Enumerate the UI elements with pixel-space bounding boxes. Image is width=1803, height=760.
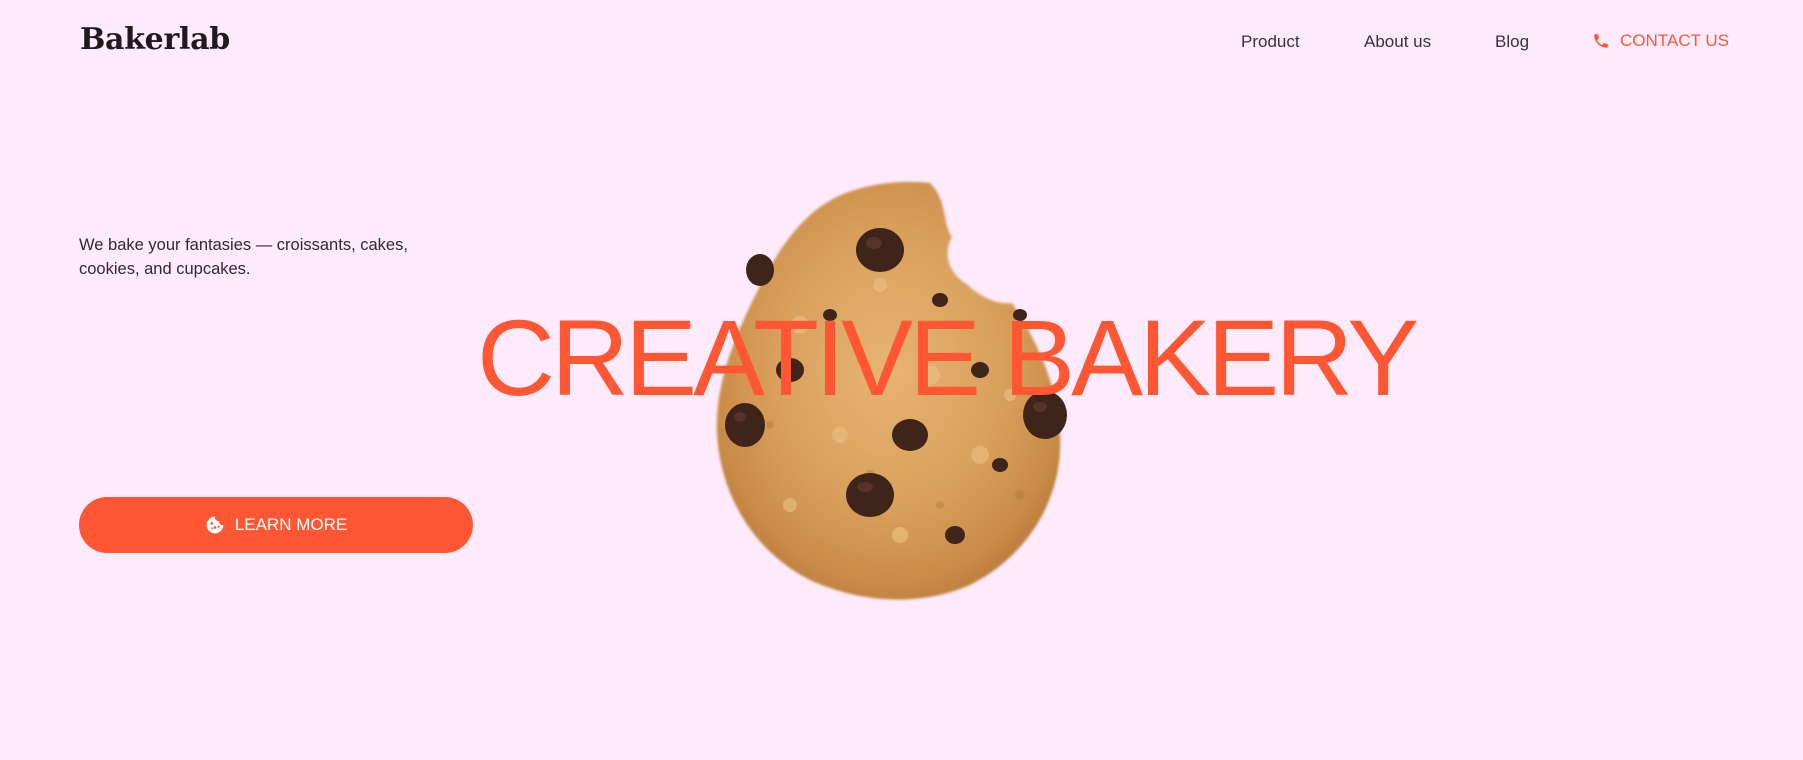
nav-item-blog[interactable]: Blog bbox=[1495, 32, 1529, 52]
contact-us-label: CONTACT US bbox=[1620, 31, 1729, 50]
learn-more-button[interactable]: LEARN MORE bbox=[79, 497, 473, 553]
contact-us-button[interactable]: CONTACT US bbox=[1592, 31, 1729, 51]
main-nav: Product About us Blog bbox=[0, 32, 1803, 56]
hero-headline: CREATIVE BAKERY bbox=[477, 297, 1419, 418]
nav-item-about-us[interactable]: About us bbox=[1364, 32, 1431, 52]
nav-item-product[interactable]: Product bbox=[1241, 32, 1300, 52]
cookie-icon bbox=[205, 515, 225, 535]
phone-icon bbox=[1592, 32, 1610, 50]
learn-more-label: LEARN MORE bbox=[234, 515, 348, 534]
hero-intro-text: We bake your fantasies — croissants, cak… bbox=[79, 236, 408, 278]
